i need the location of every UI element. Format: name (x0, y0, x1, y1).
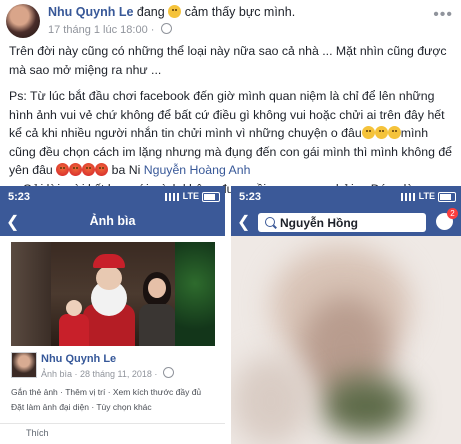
back-arrow-icon[interactable]: ❮ (237, 212, 250, 232)
battery-icon (202, 192, 220, 202)
angry-face-icon (69, 163, 83, 176)
cover-photo[interactable] (11, 242, 215, 346)
sad-face-icon (374, 126, 388, 139)
nav-bar: ❮ Ảnh bìa (0, 208, 225, 236)
blur-blob (321, 376, 411, 436)
blurred-profile-photo (231, 236, 461, 444)
signal-icon (401, 193, 415, 201)
search-query[interactable]: Nguyễn Hồng (280, 216, 358, 230)
network-label: LTE (182, 191, 199, 201)
status-time: 5:23 (239, 191, 262, 203)
feeling-text: cảm thấy bực mình. (184, 5, 296, 19)
author-name[interactable]: Nhu Quynh Le (48, 5, 133, 19)
woman-figure (137, 272, 177, 346)
post-paragraph-2-part-3: ba Ni (111, 163, 141, 177)
photo-action-line-2[interactable]: Đặt làm ảnh đại diện · Tùy chọn khác (11, 400, 216, 415)
photo-owner-row: Nhu Quynh Le Ảnh bìa · 28 tháng 11, 2018… (11, 352, 215, 382)
photo-actions: Gắn thẻ ảnh · Thêm vị trí · Xem kích thư… (11, 385, 216, 415)
globe-icon (160, 23, 172, 34)
angry-face-icon (56, 163, 70, 176)
post-paragraph-2: Ps: Từ lúc bắt đầu chơi facebook đến giờ… (9, 87, 457, 180)
status-bar: 5:23 LTE (0, 186, 225, 208)
more-options-icon[interactable]: ••• (433, 6, 453, 24)
signal-icon (165, 193, 179, 201)
right-screenshot[interactable]: 5:23 LTE ❮ Nguyễn Hồng 2 (231, 186, 461, 444)
status-bar: 5:23 LTE (231, 186, 461, 208)
blur-blob (231, 356, 311, 444)
owner-name[interactable]: Nhu Quynh Le (41, 353, 116, 365)
left-screenshot[interactable]: 5:23 LTE ❮ Ảnh bìa Nhu Quynh Le Ảnh bìa … (0, 186, 225, 444)
owner-avatar[interactable] (11, 352, 37, 378)
search-bar[interactable]: Nguyễn Hồng (258, 213, 426, 232)
mention-link[interactable]: Nguyễn Hoàng Anh (144, 163, 251, 177)
separator-dot: · (150, 24, 158, 36)
sad-face-icon (387, 126, 401, 139)
globe-icon (162, 367, 174, 378)
photo-meta: Ảnh bìa · 28 tháng 11, 2018 · (41, 367, 174, 379)
reaction-bar: Thích (0, 423, 225, 444)
angry-face-icon (82, 163, 96, 176)
feeling-prefix: đang (136, 5, 165, 19)
author-avatar[interactable] (6, 4, 40, 38)
background-pillar (11, 242, 51, 346)
child-figure (59, 300, 89, 346)
timestamp-text[interactable]: 17 tháng 1 lúc 18:00 (48, 24, 148, 36)
post-paragraph-1: Trên đời này cũng có những thể loại này … (9, 44, 447, 77)
annoyed-face-icon (168, 5, 182, 18)
search-icon (265, 217, 275, 227)
nav-title: Ảnh bìa (89, 214, 136, 228)
status-time: 5:23 (8, 191, 31, 203)
angry-face-icon (95, 163, 109, 176)
messenger-badge: 2 (447, 208, 458, 219)
post-body: Trên đời này cũng có những thể loại này … (9, 42, 457, 198)
nav-bar: ❮ Nguyễn Hồng 2 (231, 208, 461, 236)
photo-action-line-1[interactable]: Gắn thẻ ảnh · Thêm vị trí · Xem kích thư… (11, 385, 216, 400)
messenger-icon[interactable]: 2 (436, 208, 458, 230)
photo-meta-text: Ảnh bìa · 28 tháng 11, 2018 · (41, 369, 160, 379)
author-line: Nhu Quynh Le đang cảm thấy bực mình. (48, 5, 295, 19)
christmas-tree (175, 242, 215, 346)
santa-figure (83, 254, 135, 346)
like-button[interactable]: Thích (26, 428, 49, 438)
post-header: Nhu Quynh Le đang cảm thấy bực mình. 17 … (0, 0, 461, 42)
network-label: LTE (418, 191, 435, 201)
battery-icon (438, 192, 456, 202)
post-timestamp[interactable]: 17 tháng 1 lúc 18:00 · (48, 23, 172, 36)
sad-face-icon (361, 126, 375, 139)
